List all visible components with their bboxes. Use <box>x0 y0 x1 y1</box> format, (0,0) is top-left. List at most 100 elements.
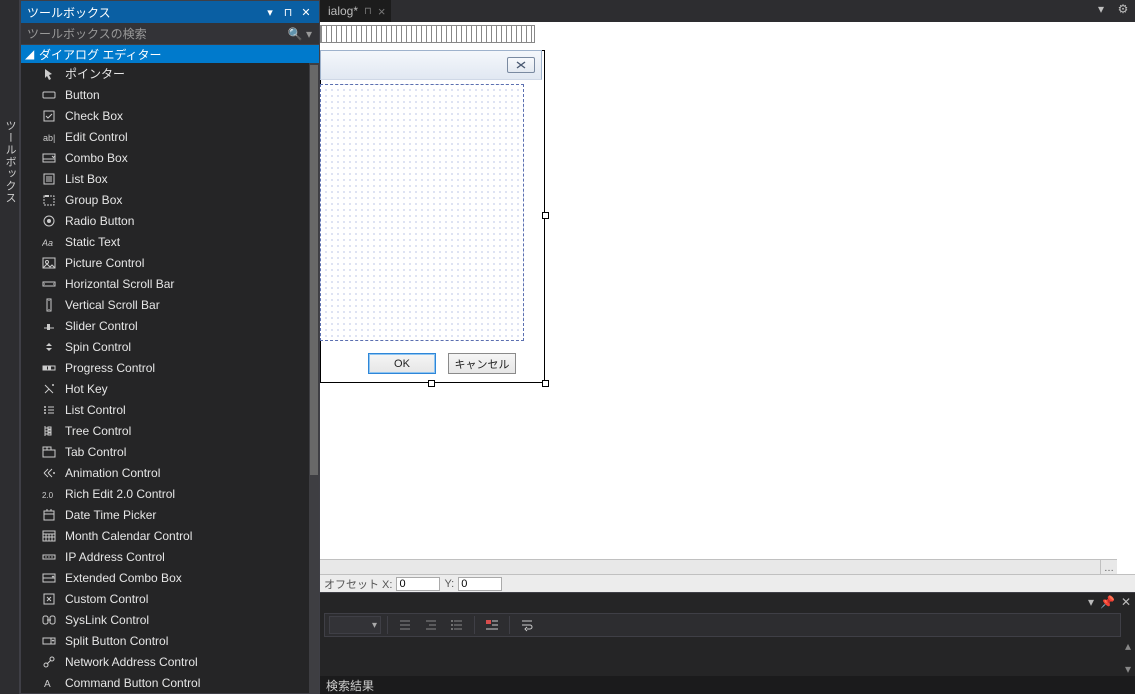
cmdbtn-icon: A <box>37 676 61 690</box>
toolbox-item-extcombo[interactable]: Extended Combo Box <box>21 567 309 588</box>
indent-right-icon[interactable] <box>420 615 442 635</box>
toolbox-item-label: Extended Combo Box <box>61 571 309 585</box>
toolbox-scrollbar[interactable] <box>309 63 319 693</box>
tab-pin-icon[interactable]: ⊓ <box>364 6 372 17</box>
toolbox-item-netaddr[interactable]: Network Address Control <box>21 651 309 672</box>
clear-output-icon[interactable] <box>481 615 503 635</box>
toolbox-item-label: Static Text <box>61 235 309 249</box>
toolbox-item-pointer[interactable]: ポインター <box>21 63 309 84</box>
toolbox-item-button[interactable]: Button <box>21 84 309 105</box>
toolbox-item-label: Combo Box <box>61 151 309 165</box>
toolbox-item-monthcal[interactable]: Month Calendar Control <box>21 525 309 546</box>
offset-y-label: Y: <box>444 578 454 590</box>
tab-close-icon[interactable]: × <box>378 4 386 19</box>
listctrl-icon <box>37 403 61 417</box>
toolbox-item-cmdbtn[interactable]: ACommand Button Control <box>21 672 309 693</box>
pointer-icon <box>37 67 61 81</box>
toolbox-item-radio[interactable]: Radio Button <box>21 210 309 231</box>
toolbox-item-vscroll[interactable]: Vertical Scroll Bar <box>21 294 309 315</box>
toolbox-item-groupbox[interactable]: Group Box <box>21 189 309 210</box>
ipaddr-icon <box>37 550 61 564</box>
vscroll-icon <box>37 298 61 312</box>
search-icon[interactable]: 🔍 <box>287 27 303 41</box>
dialog-design-surface[interactable]: OK キャンセル … <box>320 22 1135 576</box>
toolbox-item-edit[interactable]: ab| Edit Control <box>21 126 309 147</box>
custom-icon <box>37 592 61 606</box>
status-bar: 検索結果 <box>320 676 1135 694</box>
offset-y-input[interactable] <box>458 577 502 591</box>
resize-handle-right[interactable] <box>542 212 549 219</box>
toolbox-category-header[interactable]: ◢ ダイアログ エディター <box>21 45 319 63</box>
toolbox-item-listbox[interactable]: List Box <box>21 168 309 189</box>
document-tab-label: ialog* <box>328 4 358 18</box>
dialog-cancel-button[interactable]: キャンセル <box>448 353 516 374</box>
toolbox-item-spin[interactable]: Spin Control <box>21 336 309 357</box>
toolbox-item-syslink[interactable]: SysLink Control <box>21 609 309 630</box>
toolbox-item-hotkey[interactable]: Hot Key <box>21 378 309 399</box>
toolbox-title-text: ツールボックス <box>27 4 261 21</box>
toolbox-item-checkbox[interactable]: Check Box <box>21 105 309 126</box>
indent-left-icon[interactable] <box>394 615 416 635</box>
panel-menu-dropdown-icon[interactable]: ▾ <box>1088 595 1094 609</box>
toolbox-item-label: IP Address Control <box>61 550 309 564</box>
dialog-client-area[interactable] <box>320 84 524 341</box>
extcombo-icon <box>37 571 61 585</box>
toolbox-item-custom[interactable]: Custom Control <box>21 588 309 609</box>
scroll-up-icon[interactable]: ▴ <box>1121 639 1135 653</box>
svg-text:ab|: ab| <box>43 133 55 143</box>
toolbox-item-label: Vertical Scroll Bar <box>61 298 309 312</box>
toolbox-category-label: ダイアログ エディター <box>39 46 162 63</box>
output-scroll-buttons[interactable]: ▴ ▾ <box>1121 639 1135 676</box>
scroll-down-icon[interactable]: ▾ <box>1121 662 1135 676</box>
panel-close-icon[interactable]: ✕ <box>1121 595 1131 609</box>
toolbox-item-statictext[interactable]: AaStatic Text <box>21 231 309 252</box>
toolbox-vertical-tab[interactable]: ツールボックス <box>0 0 18 204</box>
toolbox-item-tab[interactable]: Tab Control <box>21 441 309 462</box>
dialog-ok-button[interactable]: OK <box>368 353 436 374</box>
toolbox-item-label: Network Address Control <box>61 655 309 669</box>
toolbox-item-progress[interactable]: Progress Control <box>21 357 309 378</box>
resize-handle-corner[interactable] <box>542 380 549 387</box>
resize-handle-bottom[interactable] <box>428 380 435 387</box>
splitbtn-icon <box>37 634 61 648</box>
toolbox-item-splitbtn[interactable]: Split Button Control <box>21 630 309 651</box>
combobox-icon <box>37 151 61 165</box>
toggle-list-icon[interactable] <box>446 615 468 635</box>
panel-pin-icon[interactable]: 📌 <box>1100 595 1115 609</box>
dialog-titlebar[interactable] <box>320 50 542 80</box>
toolbox-item-combobox[interactable]: Combo Box <box>21 147 309 168</box>
toolbox-item-picture[interactable]: Picture Control <box>21 252 309 273</box>
toolbox-item-ipaddr[interactable]: IP Address Control <box>21 546 309 567</box>
toolbox-search[interactable]: ツールボックスの検索 🔍 ▾ <box>21 23 319 45</box>
toolbox-item-label: Date Time Picker <box>61 508 309 522</box>
toolbox-item-label: Edit Control <box>61 130 309 144</box>
toolbox-item-label: Picture Control <box>61 256 309 270</box>
toolbox-item-richedit[interactable]: 2.0Rich Edit 2.0 Control <box>21 483 309 504</box>
offset-x-input[interactable] <box>396 577 440 591</box>
toolbox-item-label: Split Button Control <box>61 634 309 648</box>
svg-text:2.0: 2.0 <box>42 491 54 500</box>
toolbox-dropdown-icon[interactable]: ▾ <box>261 3 279 21</box>
toolbox-item-listctrl[interactable]: List Control <box>21 399 309 420</box>
toolbox-item-label: SysLink Control <box>61 613 309 627</box>
toolbox-item-animation[interactable]: Animation Control <box>21 462 309 483</box>
window-menu-dropdown-icon[interactable]: ▾ <box>1093 2 1109 16</box>
toolbox-item-hscroll[interactable]: Horizontal Scroll Bar <box>21 273 309 294</box>
tab-icon <box>37 445 61 459</box>
document-tab[interactable]: ialog* ⊓ × <box>320 0 391 22</box>
toolbox-scrollbar-thumb[interactable] <box>310 65 318 475</box>
svg-text:A: A <box>44 679 51 690</box>
settings-gear-icon[interactable]: ⚙ <box>1115 2 1131 16</box>
toolbox-item-slider[interactable]: Slider Control <box>21 315 309 336</box>
checkbox-icon <box>37 109 61 123</box>
toolbox-item-tree[interactable]: Tree Control <box>21 420 309 441</box>
dialog-close-button[interactable] <box>507 57 535 73</box>
word-wrap-icon[interactable] <box>516 615 538 635</box>
toolbox-item-label: Button <box>61 88 309 102</box>
search-dropdown-icon[interactable]: ▾ <box>303 27 315 41</box>
output-source-combo[interactable]: ▾ <box>329 616 381 634</box>
output-textarea[interactable] <box>320 639 1121 676</box>
toolbox-item-datetime[interactable]: Date Time Picker <box>21 504 309 525</box>
toolbox-close-icon[interactable]: ✕ <box>297 3 315 21</box>
toolbox-pin-icon[interactable]: ⊓ <box>279 3 297 21</box>
